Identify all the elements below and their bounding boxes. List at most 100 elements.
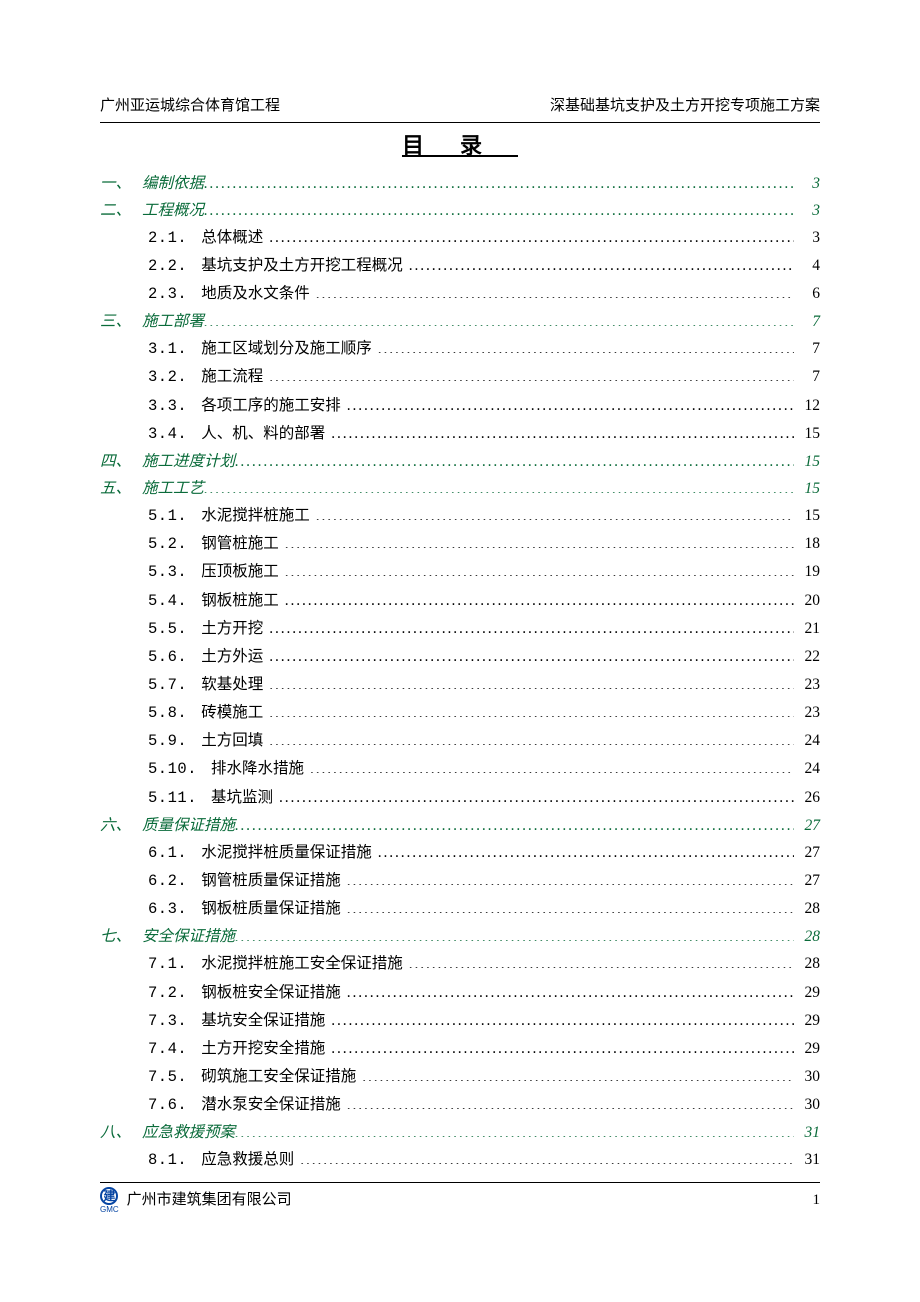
toc-label: 土方开挖安全措施 xyxy=(201,1037,325,1060)
toc-leader-dots xyxy=(269,645,794,661)
toc-subsection-row: 2.3.地质及水文条件6 xyxy=(100,282,820,306)
toc-page-number: 28 xyxy=(794,897,820,920)
toc-page-number: 30 xyxy=(794,1093,820,1116)
toc-leader-dots xyxy=(347,898,794,914)
toc-leader-dots xyxy=(347,394,794,410)
toc-number: 2.1. xyxy=(148,227,187,250)
toc-label: 压顶板施工 xyxy=(201,560,279,583)
toc-label: 基坑支护及土方开挖工程概况 xyxy=(201,254,403,277)
toc-subsection-row: 5.4.钢板桩施工20 xyxy=(100,589,820,613)
toc-page-number: 3 xyxy=(794,172,820,195)
toc-subsection-row: 5.6.土方外运22 xyxy=(100,645,820,669)
toc-label: 工程概况 xyxy=(142,199,204,222)
header-left: 广州亚运城综合体育馆工程 xyxy=(100,95,280,118)
toc-label: 应急救援总则 xyxy=(201,1148,294,1171)
toc-number: 7.2. xyxy=(148,982,187,1005)
toc-section-row: 六、质量保证措施27 xyxy=(100,814,820,837)
toc-page-number: 6 xyxy=(794,282,820,305)
toc-number: 3.2. xyxy=(148,366,187,389)
toc-label: 排水降水措施 xyxy=(211,757,304,780)
toc-subsection-row: 3.2. 施工流程 7 xyxy=(100,365,820,389)
toc-label: 钢板桩质量保证措施 xyxy=(201,897,341,920)
toc-section-row: 四、施工进度计划15 xyxy=(100,450,820,473)
footer-company: 广州市建筑集团有限公司 xyxy=(127,1189,292,1212)
toc-leader-dots xyxy=(269,617,794,633)
toc-label: 钢板桩安全保证措施 xyxy=(201,981,341,1004)
toc-number: 二、 xyxy=(100,199,142,222)
toc-label: 砌筑施工安全保证措施 xyxy=(201,1065,356,1088)
toc-label: 水泥搅拌桩施工 xyxy=(201,504,310,527)
toc-subsection-row: 7.4. 土方开挖安全措施 29 xyxy=(100,1037,820,1061)
toc-label: 施工流程 xyxy=(201,365,263,388)
toc-page-number: 23 xyxy=(794,673,820,696)
toc-leader-dots xyxy=(279,786,794,802)
toc-section-row: 一、编制依据3 xyxy=(100,172,820,195)
toc-number: 5.8. xyxy=(148,702,187,725)
toc-subsection-row: 8.1.应急救援总则31 xyxy=(100,1148,820,1172)
toc-number: 5.3. xyxy=(148,561,187,584)
toc-page-number: 27 xyxy=(794,869,820,892)
toc-label: 土方开挖 xyxy=(201,617,263,640)
toc-leader-dots xyxy=(409,953,794,969)
toc-page-number: 15 xyxy=(794,450,820,473)
footer-left: 建 GMC 广州市建筑集团有限公司 xyxy=(100,1187,292,1214)
toc-number: 5.11. xyxy=(148,787,197,810)
toc-number: 七、 xyxy=(100,925,142,948)
toc-number: 7.3. xyxy=(148,1010,187,1033)
toc-title: 目录 xyxy=(100,129,820,162)
toc-leader-dots xyxy=(235,1122,794,1138)
toc-number: 5.1. xyxy=(148,505,187,528)
toc-subsection-row: 2.2.基坑支护及土方开挖工程概况4 xyxy=(100,254,820,278)
toc-number: 3.3. xyxy=(148,395,187,418)
toc-subsection-row: 3.1.施工区域划分及施工顺序7 xyxy=(100,337,820,361)
toc-subsection-row: 7.3.基坑安全保证措施29 xyxy=(100,1009,820,1033)
toc-subsection-row: 6.1.水泥搅拌桩质量保证措施27 xyxy=(100,841,820,865)
toc-number: 7.5. xyxy=(148,1066,187,1089)
toc-page-number: 28 xyxy=(794,952,820,975)
toc-label: 编制依据 xyxy=(142,172,204,195)
toc-leader-dots xyxy=(300,1149,794,1165)
toc-label: 土方外运 xyxy=(201,645,263,668)
page-number: 1 xyxy=(813,1189,821,1212)
toc-leader-dots xyxy=(347,1094,794,1110)
toc-number: 7.4. xyxy=(148,1038,187,1061)
toc-leader-dots xyxy=(269,702,794,718)
toc-number: 7.1. xyxy=(148,953,187,976)
toc-number: 八、 xyxy=(100,1121,142,1144)
toc-section-row: 二、工程概况 3 xyxy=(100,199,820,222)
toc-page-number: 23 xyxy=(794,701,820,724)
toc-page-number: 31 xyxy=(794,1121,820,1144)
toc-leader-dots xyxy=(362,1066,794,1082)
toc-leader-dots xyxy=(316,283,794,299)
toc-number: 四、 xyxy=(100,450,142,473)
toc-number: 5.4. xyxy=(148,590,187,613)
logo-text: GMC xyxy=(100,1206,119,1214)
toc-page-number: 15 xyxy=(794,422,820,445)
toc-number: 5.5. xyxy=(148,618,187,641)
toc-label: 安全保证措施 xyxy=(142,925,235,948)
toc-leader-dots xyxy=(285,533,794,549)
toc-page-number: 7 xyxy=(794,365,820,388)
toc-subsection-row: 6.3.钢板桩质量保证措施28 xyxy=(100,897,820,921)
toc-page-number: 20 xyxy=(794,589,820,612)
toc-page-number: 19 xyxy=(794,560,820,583)
toc-subsection-row: 5.10.排水降水措施24 xyxy=(100,757,820,781)
toc-number: 五、 xyxy=(100,477,142,500)
toc-page-number: 3 xyxy=(794,199,820,222)
toc-subsection-row: 7.5.砌筑施工安全保证措施30 xyxy=(100,1065,820,1089)
toc-leader-dots xyxy=(235,926,794,942)
toc-number: 5.6. xyxy=(148,646,187,669)
toc-label: 软基处理 xyxy=(201,673,263,696)
toc-number: 2.2. xyxy=(148,255,187,278)
toc-label: 基坑安全保证措施 xyxy=(201,1009,325,1032)
toc-leader-dots xyxy=(235,814,794,830)
toc-page-number: 29 xyxy=(794,1037,820,1060)
toc-subsection-row: 5.7.软基处理23 xyxy=(100,673,820,697)
toc-subsection-row: 5.11.基坑监测26 xyxy=(100,786,820,810)
toc-label: 基坑监测 xyxy=(211,786,273,809)
toc-leader-dots xyxy=(331,422,794,438)
toc-page-number: 29 xyxy=(794,981,820,1004)
toc-leader-dots xyxy=(378,841,794,857)
toc-subsection-row: 3.4.人、机、料的部署15 xyxy=(100,422,820,446)
toc-number: 三、 xyxy=(100,310,142,333)
